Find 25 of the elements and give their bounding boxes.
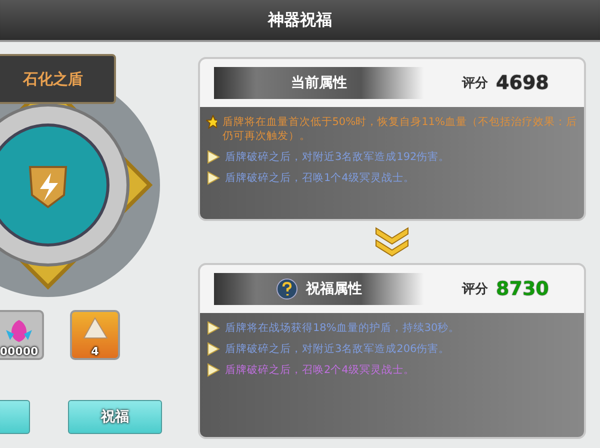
window-title: 神器祝福 — [268, 10, 332, 30]
help-icon[interactable] — [276, 278, 298, 300]
artifact-name: 石化之盾 — [0, 54, 116, 104]
score-label: 评分 — [462, 75, 488, 92]
effect-text: 盾牌将在血量首次低于50%时，恢复自身11%血量（不包括治疗效果：后仍可再次触发）。 — [222, 115, 578, 143]
bless-button[interactable]: 祝福 — [68, 400, 162, 434]
effect-text: 盾牌破碎之后，对附近3名敌军造成192伤害。 — [225, 150, 450, 164]
triangle-bullet-icon — [206, 150, 220, 164]
triangle-bullet-icon — [206, 321, 220, 335]
material-slot[interactable]: 00000 — [0, 310, 44, 360]
section-title: 祝福属性 — [306, 280, 362, 298]
score-value: 8730 — [496, 278, 549, 300]
section-title: 当前属性 — [291, 74, 347, 92]
effect-text: 盾牌将在战场获得18%血量的护盾，持续30秒。 — [225, 321, 460, 335]
star-icon — [206, 115, 218, 129]
score-label: 评分 — [462, 281, 488, 298]
triangle-bullet-icon — [206, 342, 220, 356]
effect-text: 盾牌破碎之后，召唤2个4级冥灵战士。 — [225, 363, 414, 377]
effect-text: 盾牌破碎之后，召唤1个4级冥灵战士。 — [225, 171, 414, 185]
triangle-bullet-icon — [206, 363, 220, 377]
material-slot[interactable]: 4 — [70, 310, 120, 360]
double-chevron-down-icon — [374, 226, 410, 258]
triangle-bullet-icon — [206, 171, 220, 185]
score-value: 4698 — [496, 72, 549, 94]
effect-text: 盾牌破碎之后，对附近3名敌军造成206伤害。 — [225, 342, 450, 356]
